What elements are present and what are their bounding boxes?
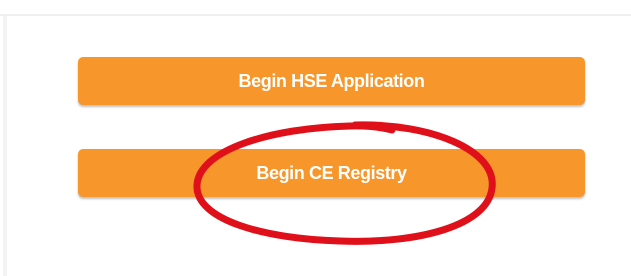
begin-hse-application-button[interactable]: Begin HSE Application — [78, 57, 585, 105]
begin-ce-registry-button[interactable]: Begin CE Registry — [78, 149, 585, 197]
actions-panel — [3, 16, 631, 276]
